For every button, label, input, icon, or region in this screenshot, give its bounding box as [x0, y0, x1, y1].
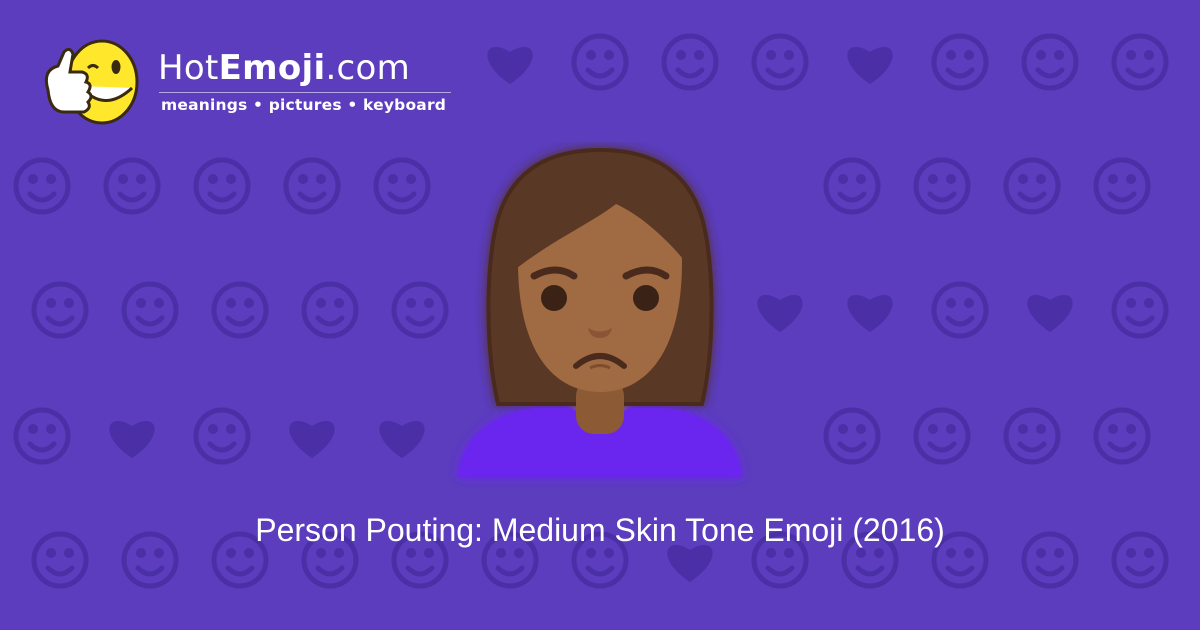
- sparkles-icon: [301, 281, 359, 339]
- relieved-face-icon: [283, 157, 341, 215]
- monkey-icon: [1093, 157, 1151, 215]
- frowning-face-icon: [121, 281, 179, 339]
- striped-heart-icon: [1027, 295, 1073, 332]
- site-logo[interactable]: HotEmoji.com meanings • pictures • keybo…: [40, 34, 480, 134]
- recycle-icon: [823, 157, 881, 215]
- devil-face-icon: [1003, 407, 1061, 465]
- smiley-icon: [931, 33, 989, 91]
- smirk-face-icon: [193, 157, 251, 215]
- scream-face-icon: [913, 407, 971, 465]
- site-tagline: meanings • pictures • keyboard: [161, 96, 447, 114]
- eyes-icon: [103, 157, 161, 215]
- sleeping-face-icon: [31, 281, 89, 339]
- music-notes-icon: [1003, 157, 1061, 215]
- smiley-icon: [391, 281, 449, 339]
- heart-arrow-icon: [109, 421, 155, 458]
- thumbs-up-wink-logo-icon: [44, 39, 139, 125]
- striped-heart-icon: [757, 295, 803, 332]
- monkey-icon: [823, 407, 881, 465]
- raising-hands-icon: [913, 157, 971, 215]
- tired-face-icon: [193, 407, 251, 465]
- revolving-hearts-icon: [289, 421, 335, 458]
- kiss-face-icon: [751, 33, 809, 91]
- expressionless-face-icon: [13, 157, 71, 215]
- heart-icon: [379, 421, 425, 458]
- grinning-face-icon: [373, 157, 431, 215]
- tongue-face-icon: [1111, 281, 1169, 339]
- emoji-caption: Person Pouting: Medium Skin Tone Emoji (…: [255, 512, 945, 548]
- logo-divider: [159, 92, 451, 93]
- smiley-icon: [571, 33, 629, 91]
- grinning-face-icon: [211, 281, 269, 339]
- smiley-icon: [661, 33, 719, 91]
- worried-face-icon: [13, 407, 71, 465]
- person-pouting-emoji: [458, 147, 742, 478]
- angry-face-icon: [1093, 407, 1151, 465]
- tired-face-icon: [1021, 33, 1079, 91]
- broken-heart-icon: [847, 295, 893, 332]
- two-hearts-icon: [847, 47, 893, 84]
- heart-icon: [487, 47, 533, 84]
- ok-hand-icon: [1111, 33, 1169, 91]
- site-name: HotEmoji.com: [158, 48, 411, 88]
- confused-face-icon: [931, 281, 989, 339]
